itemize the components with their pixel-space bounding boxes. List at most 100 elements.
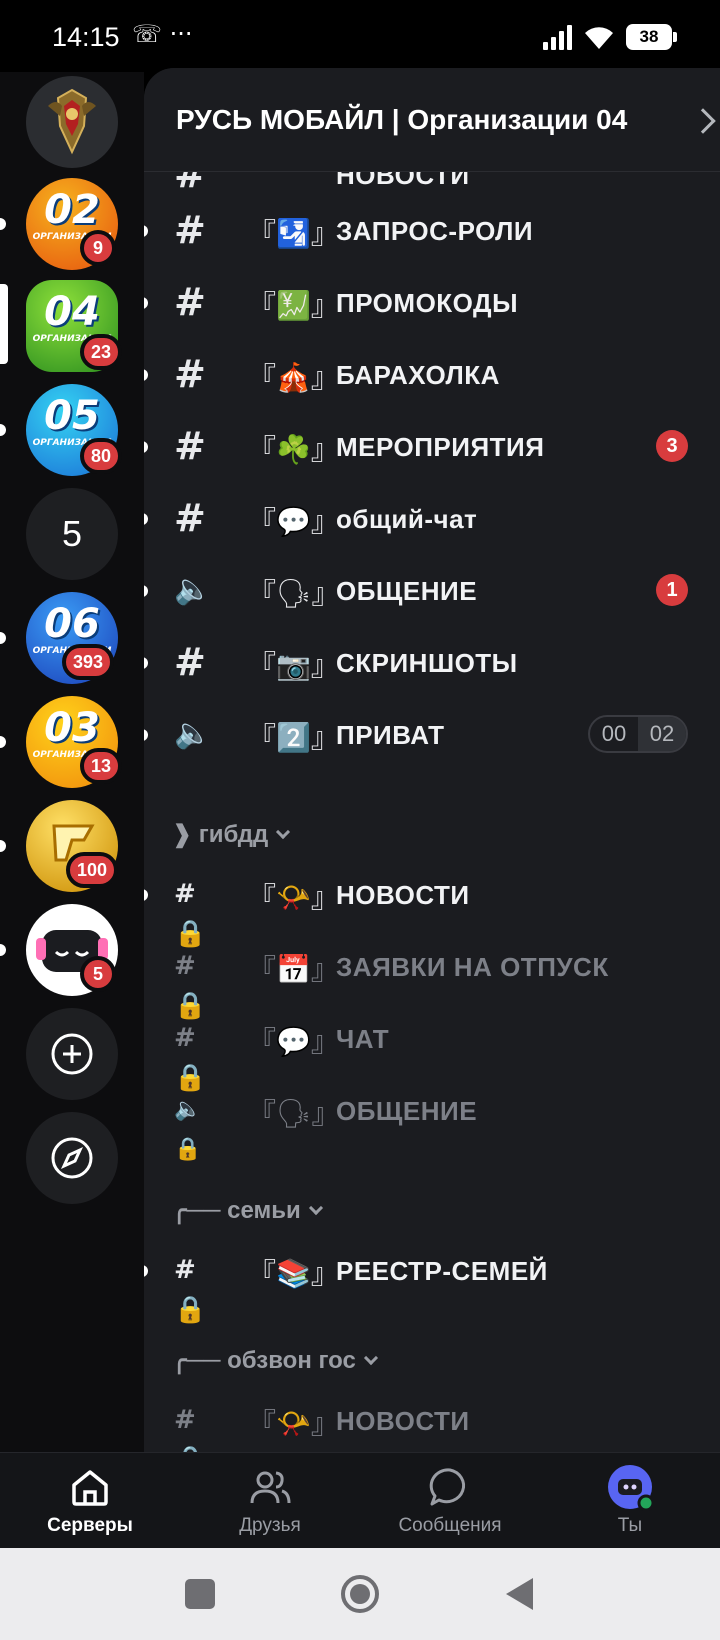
- channel-row[interactable]: # 『📷』 СКРИНШОТЫ: [144, 628, 720, 698]
- channel-row[interactable]: 🔈🔒 『🗣』 ОБЩЕНИЕ: [144, 1076, 720, 1162]
- unread-indicator: [0, 944, 6, 956]
- home-icon: [72, 1470, 108, 1506]
- channel-emoji: 『💬』: [248, 505, 339, 538]
- speaker-icon: 🔈: [174, 572, 212, 607]
- unread-indicator: [144, 225, 148, 237]
- nav-messages[interactable]: Сообщения: [360, 1453, 540, 1549]
- status-bar: 14:15 ☏ ··· 38: [0, 0, 720, 72]
- channel-row[interactable]: #🔒 『📅』 ЗАЯВКИ НА ОТПУСК: [144, 932, 720, 1021]
- server-rail: 02 ОРГАНИЗАЦИИ 9 04 ОРГАНИЗАЦИИ 23 05 ОР…: [0, 72, 144, 1452]
- channel-name: МЕРОПРИЯТИЯ: [336, 432, 545, 462]
- channel-emoji: 『🗣』: [248, 1097, 340, 1130]
- category-families[interactable]: ╭── семьи: [172, 1196, 323, 1225]
- channel-name: ОБЩЕНИЕ: [336, 576, 478, 606]
- unread-indicator: [144, 441, 148, 453]
- voice-user-count: 00 02: [588, 715, 688, 753]
- channel-row[interactable]: 🔈 『2️⃣』 ПРИВАТ 00 02: [144, 700, 720, 770]
- category-gibdd[interactable]: ❱ гибдд: [172, 820, 291, 849]
- server-number: 02: [44, 187, 100, 233]
- mention-badge: 3: [656, 430, 688, 462]
- unread-indicator: [0, 736, 6, 748]
- channel-name: НОВОСТИ: [336, 880, 470, 910]
- hash-icon: #: [174, 424, 206, 468]
- nav-you[interactable]: Ты: [540, 1453, 720, 1549]
- unread-indicator: [0, 840, 6, 852]
- bottom-nav: Серверы Друзья Сообщения Ты: [0, 1452, 720, 1548]
- server-fsb[interactable]: [26, 76, 118, 168]
- chevron-down-icon: [363, 1350, 378, 1366]
- channel-row[interactable]: 🔈 『🗣』 ОБЩЕНИЕ 1: [144, 556, 720, 626]
- plus-icon: [51, 1033, 93, 1075]
- clock: 14:15: [52, 22, 120, 52]
- channel-name: ОБЩЕНИЕ: [336, 1096, 478, 1126]
- friends-icon: [250, 1471, 291, 1504]
- category-obzvon[interactable]: ╭── обзвон гос: [172, 1346, 378, 1375]
- chevron-down-icon: [308, 1200, 323, 1216]
- unread-indicator: [0, 632, 6, 644]
- discover-button[interactable]: [26, 1112, 118, 1204]
- channel-row[interactable]: #🔒 『💬』 ЧАТ: [144, 1004, 720, 1093]
- channel-row[interactable]: # 『☘️』 МЕРОПРИЯТИЯ 3: [144, 412, 720, 482]
- channel-name: РЕЕСТР-СЕМЕЙ: [336, 1256, 548, 1286]
- chevron-down-icon: [276, 824, 291, 840]
- voice-limit: 02: [638, 717, 686, 751]
- home-button[interactable]: [320, 1548, 400, 1640]
- channel-row[interactable]: # 『💹』 ПРОМОКОДЫ: [144, 268, 720, 338]
- channel-emoji: 『☘️』: [248, 433, 339, 466]
- locked-hash-icon: #🔒: [174, 951, 207, 1021]
- channel-emoji: 『📅』: [248, 953, 339, 986]
- recents-button[interactable]: [160, 1548, 240, 1640]
- avatar-icon: [608, 1465, 654, 1511]
- server-folder[interactable]: 5: [26, 488, 118, 580]
- channel-emoji: 『💹』: [248, 289, 339, 322]
- channel-emoji: 『🗣』: [248, 577, 340, 610]
- unread-indicator: [0, 218, 6, 230]
- back-button[interactable]: [480, 1548, 560, 1640]
- add-server-button[interactable]: [26, 1008, 118, 1100]
- mention-badge: 100: [66, 852, 119, 888]
- nav-label: Друзья: [239, 1515, 301, 1536]
- channel-emoji: 『📚』: [248, 1257, 339, 1290]
- nav-label: Сообщения: [398, 1515, 502, 1536]
- channel-row[interactable]: # 『🎪』 БАРАХОЛКА: [144, 340, 720, 410]
- nav-label: Ты: [617, 1515, 643, 1536]
- channel-row[interactable]: # 『💬』 общий-чат: [144, 484, 720, 554]
- mention-badge: 9: [80, 230, 116, 266]
- unread-indicator: [144, 1265, 148, 1277]
- channel-row[interactable]: #🔒 『📯』 НОВОСТИ: [144, 860, 720, 949]
- unread-indicator: [144, 369, 148, 381]
- locked-hash-icon: #🔒: [174, 1255, 207, 1325]
- unread-indicator: [144, 513, 148, 525]
- fsb-emblem-icon: [48, 88, 96, 155]
- signal-icon: [543, 24, 572, 50]
- nav-friends[interactable]: Друзья: [180, 1453, 360, 1549]
- category-label: ╭── обзвон гос: [172, 1347, 356, 1374]
- server-header[interactable]: РУСЬ МОБАЙЛ | Организации 04: [144, 68, 720, 172]
- unread-indicator: [0, 424, 6, 436]
- locked-hash-icon: #🔒: [174, 1405, 206, 1452]
- channel-row[interactable]: #🔒 『📚』 РЕЕСТР-СЕМЕЙ: [144, 1236, 720, 1325]
- speaker-icon: 🔈: [174, 716, 212, 751]
- mention-badge: 13: [80, 748, 123, 784]
- channel-name: ПРОМОКОДЫ: [336, 288, 519, 318]
- server-number: 04: [44, 289, 100, 335]
- server-number: 05: [44, 393, 100, 439]
- server-number: 06: [44, 601, 100, 647]
- channel-name: НОВОСТИ: [336, 1406, 470, 1436]
- mention-badge: 1: [656, 574, 688, 606]
- hash-icon: #: [174, 208, 206, 252]
- mention-badge: 23: [80, 334, 123, 370]
- unread-indicator: [144, 657, 148, 669]
- nav-servers[interactable]: Серверы: [0, 1453, 180, 1549]
- chevron-right-icon[interactable]: [690, 108, 716, 134]
- unread-indicator: [144, 889, 148, 901]
- hash-icon: #: [174, 352, 206, 396]
- locked-hash-icon: #🔒: [174, 1023, 207, 1093]
- battery-icon: 38: [626, 24, 677, 50]
- hash-icon: #: [174, 280, 206, 324]
- channel-row[interactable]: #🔒 『📯』 НОВОСТИ: [144, 1386, 720, 1452]
- channel-row[interactable]: # 『🛂』 ЗАПРОС-РОЛИ: [144, 196, 720, 266]
- category-label: ╭── семьи: [172, 1197, 301, 1224]
- unread-indicator: [144, 729, 148, 741]
- hash-icon: #: [174, 496, 206, 540]
